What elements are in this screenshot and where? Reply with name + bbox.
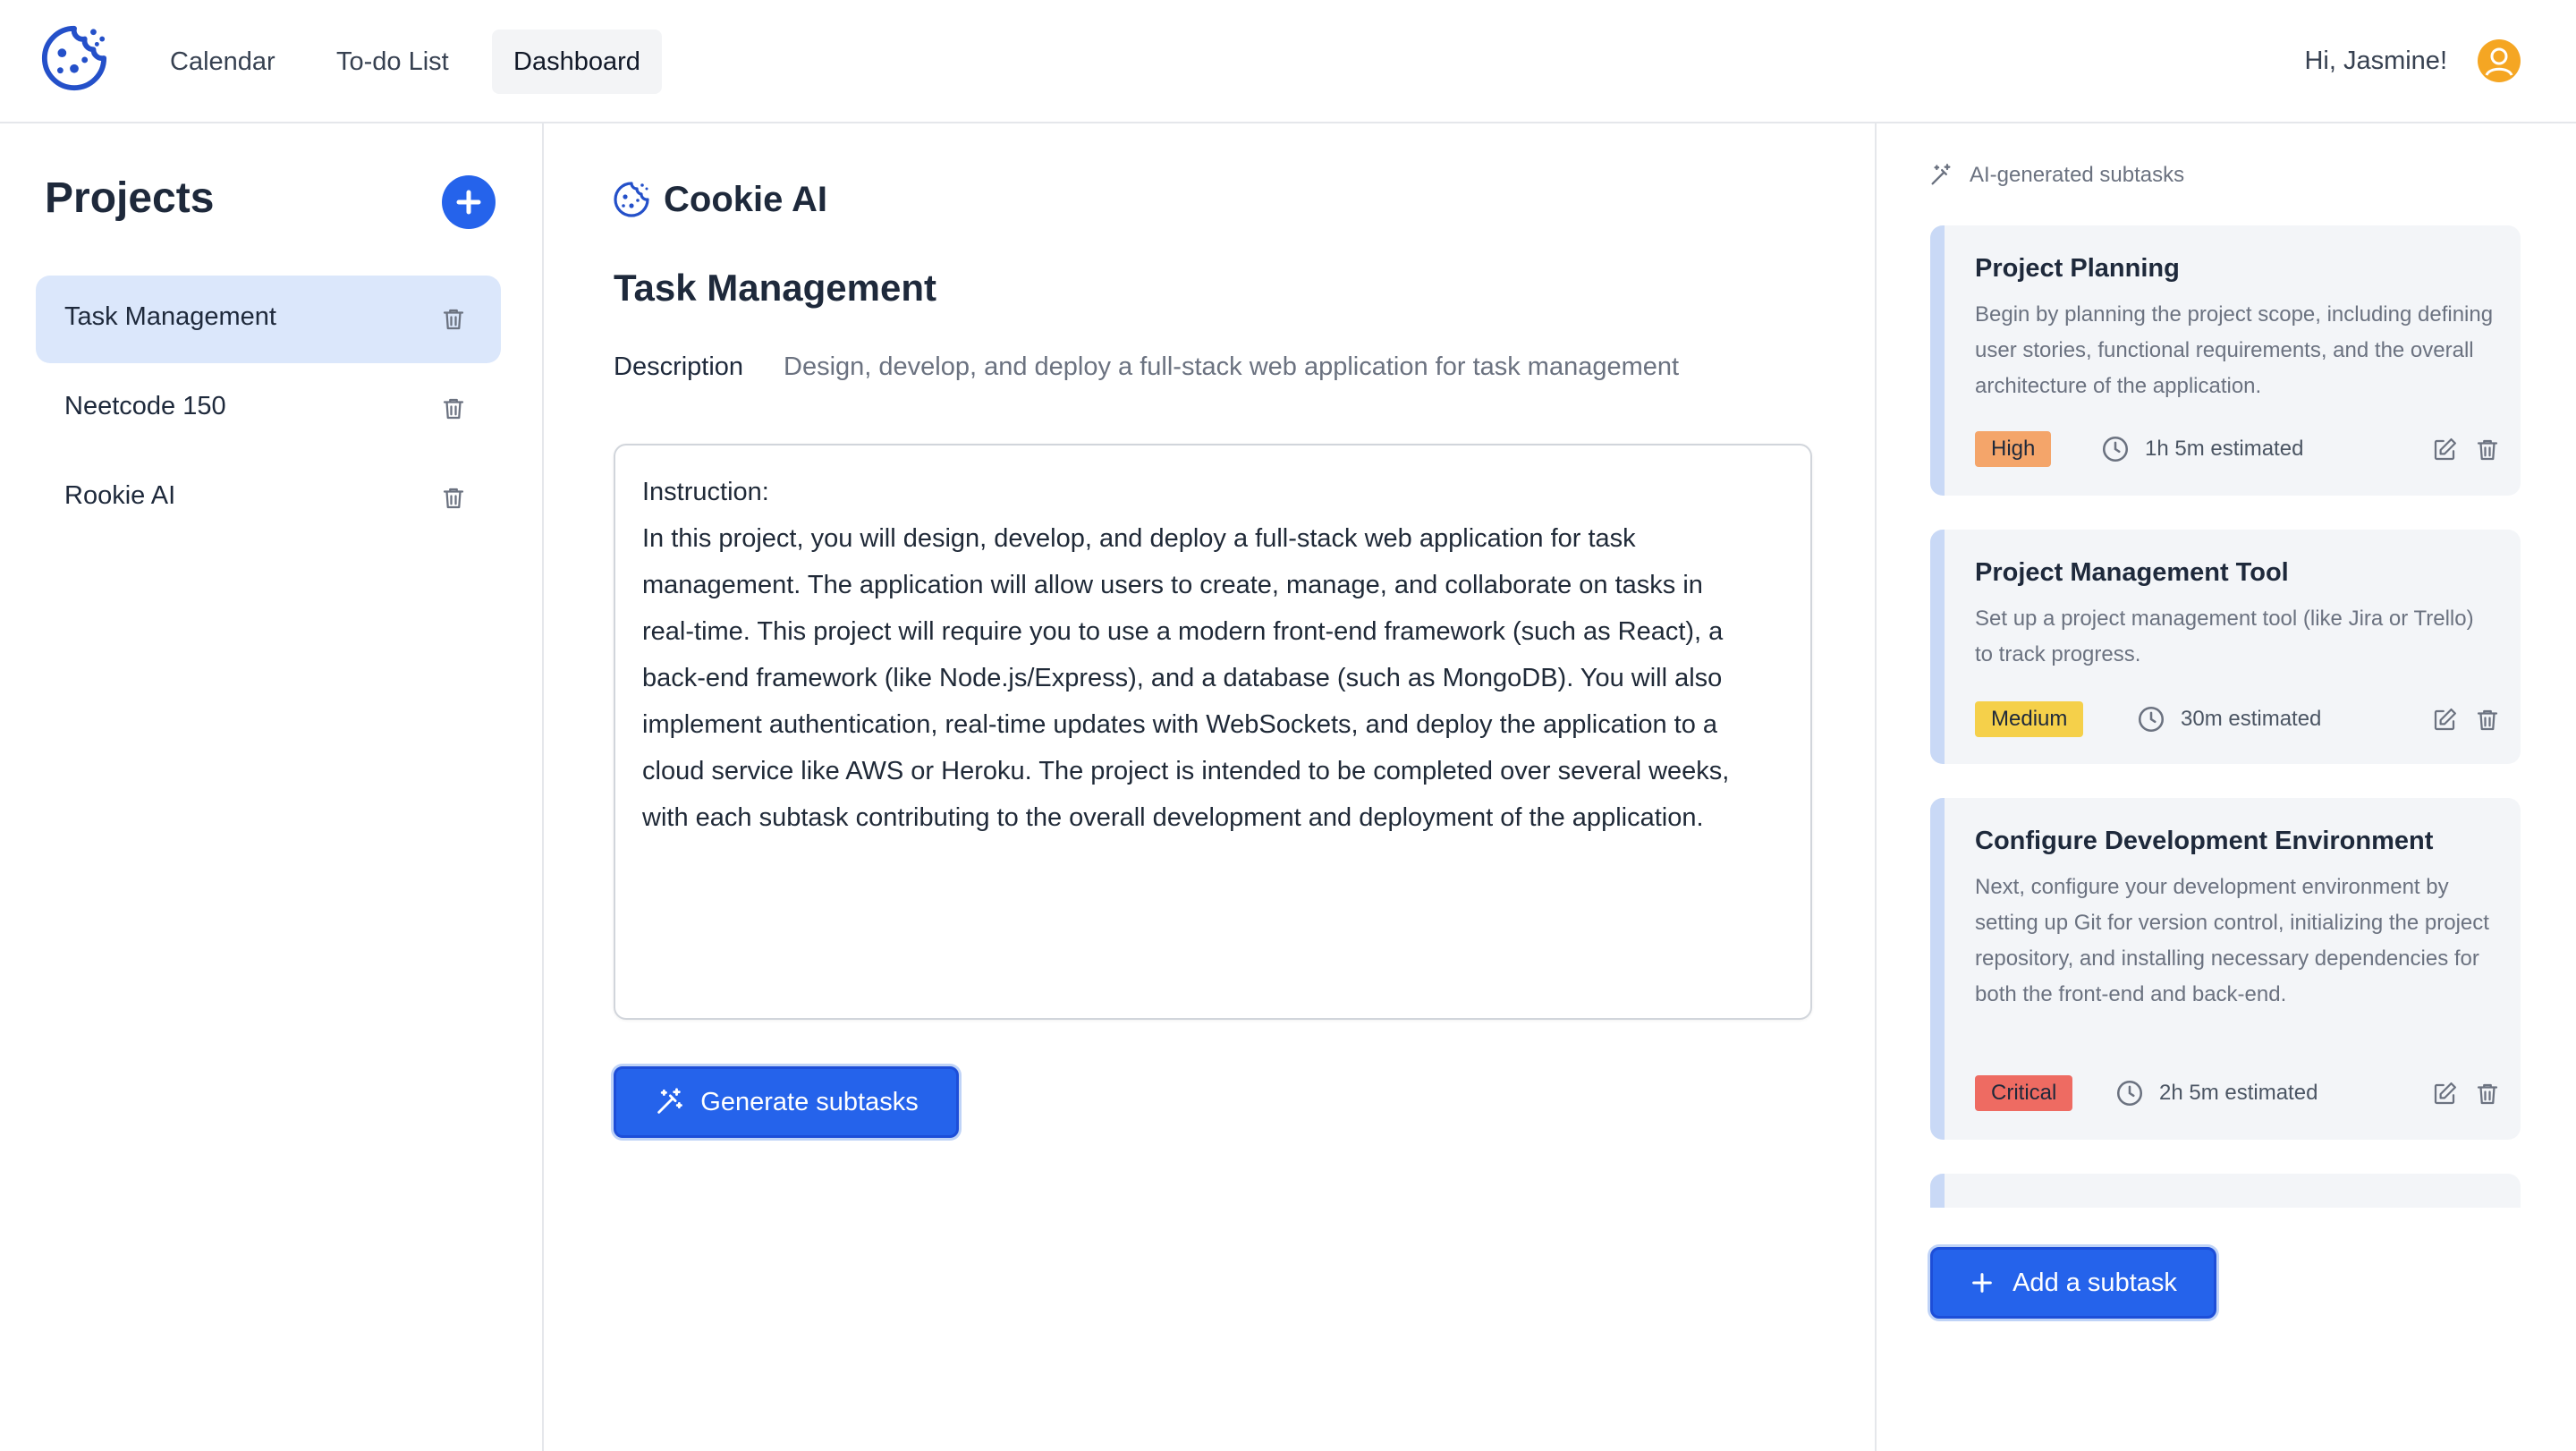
project-item-rookie-ai[interactable]: Rookie AI (36, 454, 501, 542)
trash-icon[interactable] (2474, 1081, 2501, 1107)
trash-icon[interactable] (440, 395, 467, 422)
project-item-neetcode-150[interactable]: Neetcode 150 (36, 365, 501, 453)
subtask-list[interactable]: Project Planning Begin by planning the p… (1930, 225, 2521, 1208)
magic-wand-icon (657, 1088, 683, 1114)
subtasks-panel-title: AI-generated subtasks (1970, 163, 2185, 187)
trash-icon[interactable] (440, 485, 467, 512)
subtask-card[interactable]: Project Management Tool Set up a project… (1930, 530, 2521, 764)
instructions-textarea[interactable]: Instruction: In this project, you will d… (614, 444, 1812, 1020)
trash-icon[interactable] (2474, 437, 2501, 463)
plus-icon (456, 190, 481, 215)
time-estimate: 30m estimated (2181, 707, 2322, 731)
subtask-description: Next, configure your development environ… (1975, 875, 2489, 1006)
add-project-button[interactable] (442, 175, 496, 229)
trash-icon[interactable] (2474, 707, 2501, 734)
subtask-title: Project Planning (1975, 254, 2180, 283)
subtask-card[interactable] (1930, 1174, 2521, 1208)
nav-dashboard[interactable]: Dashboard (492, 30, 662, 94)
plus-icon (1972, 1273, 1992, 1293)
subtasks-panel-header: AI-generated subtasks (1928, 163, 2184, 188)
project-item-label: Neetcode 150 (64, 392, 226, 420)
top-navigation-bar: Calendar To-do List Dashboard Hi, Jasmin… (0, 0, 2576, 123)
instructions-text: Instruction: In this project, you will d… (642, 478, 1730, 832)
subtask-title: Configure Development Environment (1975, 827, 2434, 855)
trash-icon[interactable] (440, 306, 467, 333)
project-item-label: Rookie AI (64, 481, 176, 510)
description-label: Description (614, 352, 744, 381)
clock-icon (2138, 706, 2165, 733)
time-estimate: 2h 5m estimated (2159, 1081, 2318, 1105)
subtask-description: Begin by planning the project scope, inc… (1975, 302, 2494, 398)
priority-badge: Critical (1975, 1075, 2073, 1111)
subtask-title: Project Management Tool (1975, 558, 2289, 587)
add-subtask-label: Add a subtask (2012, 1268, 2177, 1297)
clock-icon (2116, 1080, 2143, 1107)
description-value[interactable]: Design, develop, and deploy a full-stack… (784, 352, 1679, 382)
cookie-icon (614, 182, 649, 217)
magic-wand-icon (1931, 164, 1951, 185)
edit-icon[interactable] (2431, 707, 2458, 734)
subtask-description: Set up a project management tool (like J… (1975, 607, 2474, 666)
main-content: Cookie AI Task Management Description De… (546, 123, 1875, 1451)
time-estimate: 1h 5m estimated (2145, 437, 2304, 461)
assistant-header: Cookie AI (612, 175, 827, 224)
add-subtask-button[interactable]: Add a subtask (1930, 1247, 2216, 1319)
projects-sidebar: Projects Task Management Neetcode 150 Ro… (0, 123, 544, 1451)
nav-calendar[interactable]: Calendar (148, 30, 297, 94)
generate-subtasks-button[interactable]: Generate subtasks (614, 1066, 959, 1138)
subtask-card[interactable]: Project Planning Begin by planning the p… (1930, 225, 2521, 496)
nav-todo-list[interactable]: To-do List (315, 30, 470, 94)
project-item-task-management[interactable]: Task Management (36, 276, 501, 363)
priority-badge: High (1975, 431, 2052, 467)
assistant-title: Cookie AI (664, 179, 827, 219)
subtask-card[interactable]: Configure Development Environment Next, … (1930, 798, 2521, 1140)
project-item-label: Task Management (64, 302, 276, 331)
edit-icon[interactable] (2431, 1081, 2458, 1107)
generate-subtasks-label: Generate subtasks (700, 1087, 919, 1116)
clock-icon (2102, 436, 2129, 462)
priority-badge: Medium (1975, 701, 2084, 737)
subtasks-panel: AI-generated subtasks Project Planning B… (1875, 123, 2576, 1451)
edit-icon[interactable] (2431, 437, 2458, 463)
user-avatar-icon[interactable] (2478, 39, 2521, 82)
projects-heading: Projects (45, 174, 215, 222)
project-title: Task Management (614, 267, 936, 309)
user-greeting: Hi, Jasmine! (2304, 47, 2447, 75)
cookie-logo-icon[interactable] (39, 23, 109, 93)
